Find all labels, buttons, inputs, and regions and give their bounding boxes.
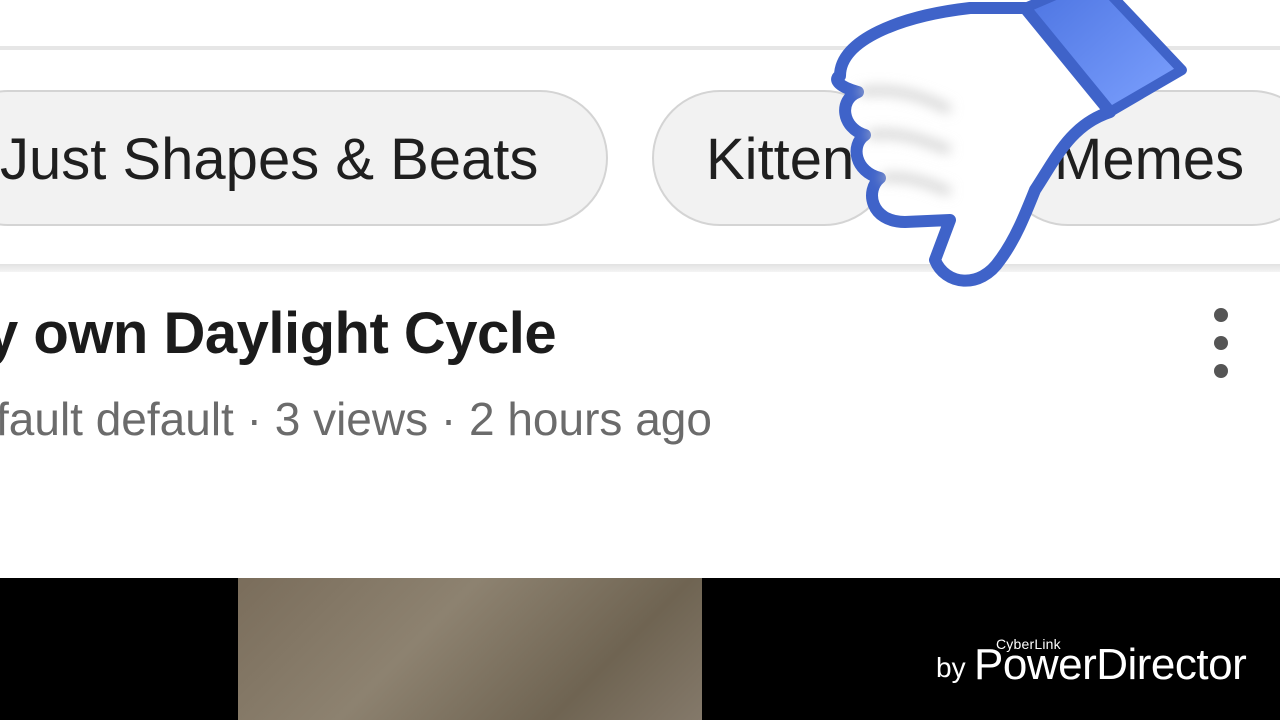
menu-dot <box>1214 364 1228 378</box>
menu-dot <box>1214 308 1228 322</box>
chip-just-shapes-beats[interactable]: Just Shapes & Beats <box>0 90 608 226</box>
chip-label: Just Shapes & Beats <box>0 127 539 192</box>
watermark-product: PowerDirector <box>974 640 1247 689</box>
powerdirector-watermark: CyberLink by PowerDirector <box>936 636 1266 706</box>
thumbs-down-icon <box>831 0 1187 287</box>
watermark-by: by <box>936 652 966 683</box>
menu-dot <box>1214 336 1228 350</box>
more-vert-icon[interactable] <box>1204 308 1238 378</box>
video-meta: fault default · 3 views · 2 hours ago <box>0 393 712 445</box>
video-title[interactable]: y own Daylight Cycle <box>0 300 557 367</box>
video-thumbnail[interactable] <box>238 578 702 720</box>
